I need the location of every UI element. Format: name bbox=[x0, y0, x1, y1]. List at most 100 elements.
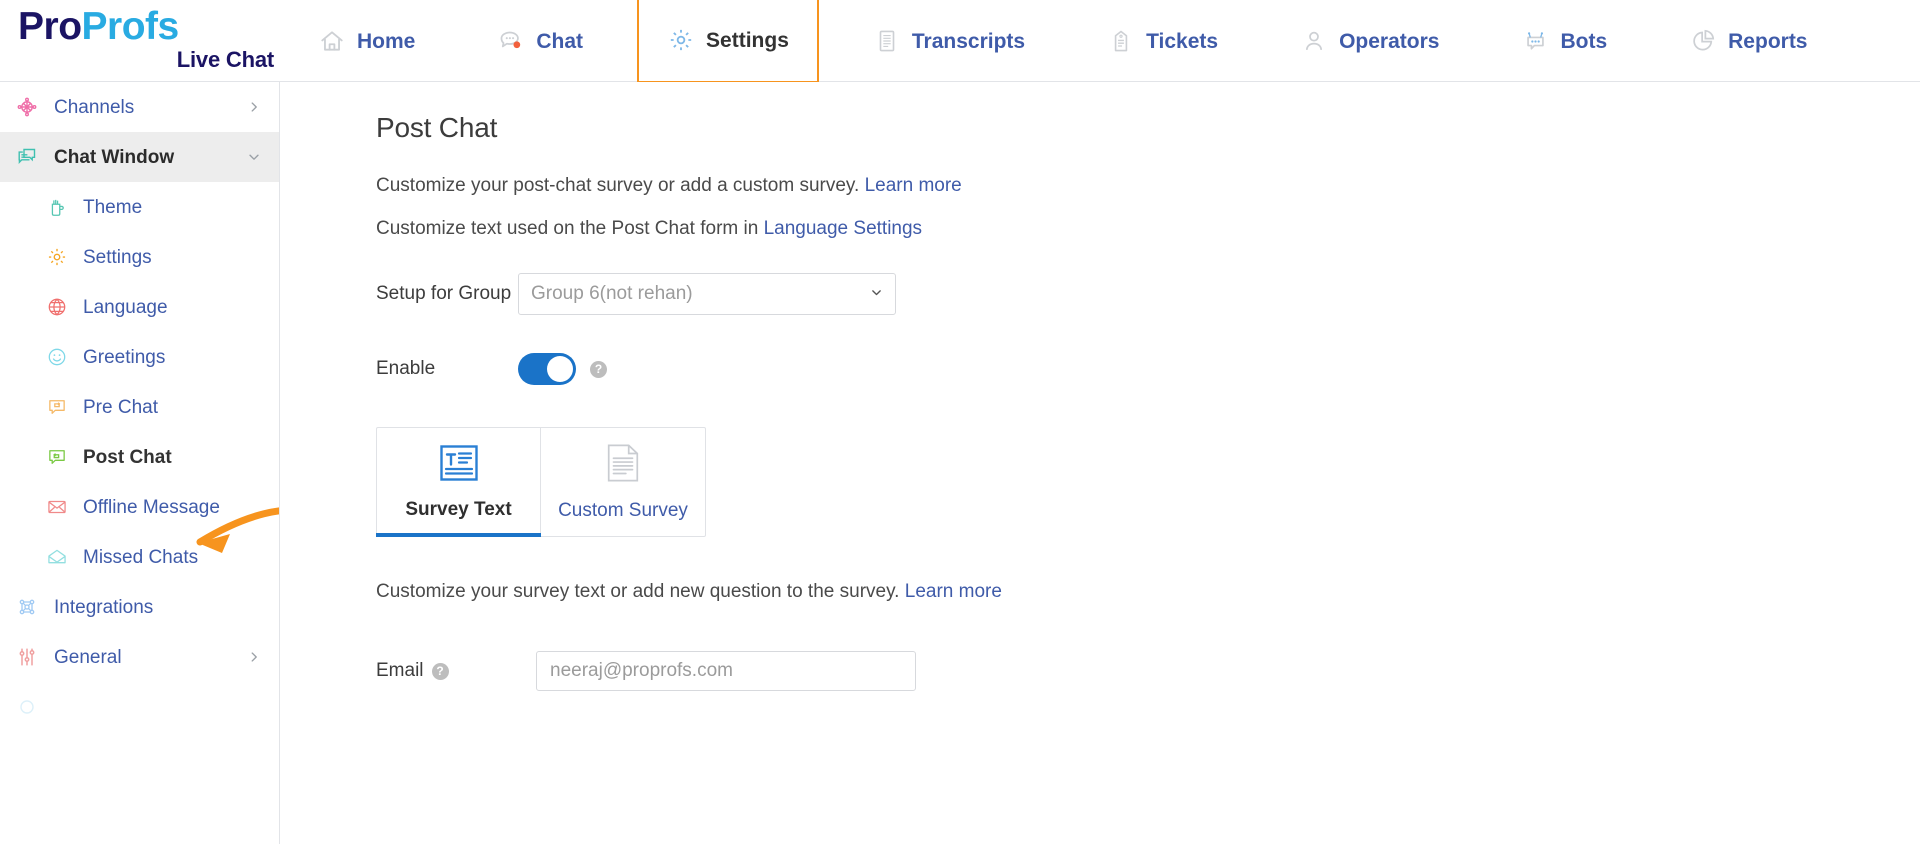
nav-label-settings: Settings bbox=[706, 28, 789, 52]
nav-item-bots[interactable]: Bots bbox=[1493, 0, 1635, 82]
envelope-icon bbox=[44, 494, 70, 520]
nav-item-home[interactable]: Home bbox=[290, 0, 443, 82]
email-row: Email ? bbox=[376, 651, 1920, 691]
logo-profs-text: Profs bbox=[81, 5, 180, 49]
description-line-2: Customize text used on the Post Chat for… bbox=[376, 215, 1920, 244]
survey-type-tabs: Survey Text Custom Survey bbox=[376, 427, 706, 537]
chevron-down-icon bbox=[247, 150, 261, 164]
sidebar-label-theme: Theme bbox=[83, 196, 143, 218]
survey-description: Customize your survey text or add new qu… bbox=[376, 581, 1920, 603]
nav-item-settings[interactable]: Settings bbox=[637, 0, 819, 83]
main-content: Post Chat Customize your post-chat surve… bbox=[280, 82, 1920, 844]
sidebar-item-pre-chat[interactable]: Pre Chat bbox=[0, 382, 279, 432]
smiley-icon bbox=[44, 344, 70, 370]
sidebar-item-offline-message[interactable]: Offline Message bbox=[0, 482, 279, 532]
nav-label-home: Home bbox=[357, 29, 416, 53]
sidebar-item-missed-chats[interactable]: Missed Chats bbox=[0, 532, 279, 582]
tab-custom-survey[interactable]: Custom Survey bbox=[541, 428, 705, 536]
logo-wordmark: ProProfs bbox=[18, 5, 280, 49]
survey-description-text: Customize your survey text or add new qu… bbox=[376, 581, 900, 602]
email-label-wrap: Email ? bbox=[376, 660, 536, 682]
sidebar-item-partially-visible[interactable] bbox=[0, 682, 279, 732]
toggle-knob bbox=[547, 356, 573, 382]
open-envelope-icon bbox=[44, 544, 70, 570]
description-2-text: Customize text used on the Post Chat for… bbox=[376, 217, 759, 239]
help-icon[interactable]: ? bbox=[590, 360, 607, 378]
logo-subtitle: Live Chat bbox=[176, 46, 274, 72]
group-select[interactable]: Group 6(not rehan) bbox=[518, 273, 896, 315]
sidebar-item-integrations[interactable]: Integrations bbox=[0, 582, 279, 632]
tab-label-custom-survey: Custom Survey bbox=[558, 499, 688, 521]
sidebar-item-general[interactable]: General bbox=[0, 632, 279, 682]
chat-bubble-icon bbox=[497, 27, 525, 55]
help-icon[interactable]: ? bbox=[431, 662, 449, 680]
group-select-value: Group 6(not rehan) bbox=[531, 283, 693, 304]
email-label: Email bbox=[376, 660, 424, 681]
sidebar-label-offline-message: Offline Message bbox=[83, 496, 220, 518]
page-title: Post Chat bbox=[376, 112, 498, 143]
nav-label-transcripts: Transcripts bbox=[911, 29, 1026, 53]
document-icon bbox=[873, 27, 901, 55]
sidebar-item-chat-window[interactable]: Chat Window bbox=[0, 132, 279, 182]
setup-for-group-row: Setup for Group Group 6(not rehan) bbox=[376, 273, 1920, 315]
nav-item-chat[interactable]: Chat bbox=[469, 0, 611, 82]
gear-icon bbox=[667, 26, 695, 54]
integrations-icon bbox=[14, 594, 40, 620]
enable-label: Enable bbox=[376, 358, 436, 379]
sidebar-label-greetings: Greetings bbox=[83, 346, 166, 368]
sidebar-label-missed-chats: Missed Chats bbox=[83, 546, 199, 568]
nav-label-reports: Reports bbox=[1728, 29, 1808, 53]
custom-survey-icon bbox=[605, 443, 641, 488]
sidebar-item-settings[interactable]: Settings bbox=[0, 232, 279, 282]
nav-label-tickets: Tickets bbox=[1146, 29, 1219, 53]
setup-for-group-label: Setup for Group bbox=[376, 283, 512, 304]
description-line-1: Customize your post-chat survey or add a… bbox=[376, 172, 1920, 201]
top-navigation-bar: ProProfs Live Chat Home Chat Settings Tr… bbox=[0, 0, 1920, 83]
sidebar-label-integrations: Integrations bbox=[54, 596, 154, 618]
sidebar-item-language[interactable]: Language bbox=[0, 282, 279, 332]
pre-chat-icon bbox=[44, 394, 70, 420]
language-settings-link[interactable]: Language Settings bbox=[764, 218, 922, 239]
learn-more-link-1[interactable]: Learn more bbox=[865, 175, 962, 196]
sliders-icon bbox=[14, 644, 40, 670]
main-nav: Home Chat Settings Transcripts Tickets O… bbox=[280, 0, 1920, 83]
ticket-tag-icon bbox=[1107, 27, 1135, 55]
nav-item-transcripts[interactable]: Transcripts bbox=[845, 0, 1053, 82]
nav-label-bots: Bots bbox=[1560, 29, 1608, 53]
sidebar-item-greetings[interactable]: Greetings bbox=[0, 332, 279, 382]
pie-chart-icon bbox=[1689, 27, 1717, 55]
app-logo[interactable]: ProProfs Live Chat bbox=[0, 0, 280, 81]
email-input[interactable] bbox=[536, 651, 916, 691]
learn-more-link-2[interactable]: Learn more bbox=[905, 581, 1002, 602]
robot-icon bbox=[1521, 27, 1549, 55]
sidebar-label-channels: Channels bbox=[54, 96, 135, 118]
nav-item-reports[interactable]: Reports bbox=[1661, 0, 1835, 82]
description-1-text: Customize your post-chat survey or add a… bbox=[376, 175, 860, 196]
enable-toggle[interactable] bbox=[518, 353, 576, 385]
sidebar-label-chat-window: Chat Window bbox=[54, 146, 175, 168]
nav-item-operators[interactable]: Operators bbox=[1272, 0, 1467, 82]
enable-row: Enable ? bbox=[376, 353, 1920, 385]
sidebar-item-post-chat[interactable]: Post Chat bbox=[0, 432, 279, 482]
chevron-right-icon bbox=[247, 650, 261, 664]
chat-window-icon bbox=[14, 144, 40, 170]
nav-item-tickets[interactable]: Tickets bbox=[1079, 0, 1246, 82]
partial-icon bbox=[14, 694, 40, 720]
sidebar-label-language: Language bbox=[83, 296, 168, 318]
nav-label-operators: Operators bbox=[1339, 29, 1440, 53]
gear-icon bbox=[44, 244, 70, 270]
sidebar-label-general: General bbox=[54, 646, 122, 668]
sidebar-item-theme[interactable]: Theme bbox=[0, 182, 279, 232]
chevron-right-icon bbox=[247, 100, 261, 114]
settings-sidebar: Channels Chat Window Theme Settings Lang… bbox=[0, 82, 280, 844]
chevron-down-icon bbox=[870, 286, 883, 302]
home-icon bbox=[318, 27, 346, 55]
tab-survey-text[interactable]: Survey Text bbox=[376, 428, 541, 537]
sidebar-label-post-chat: Post Chat bbox=[83, 446, 172, 468]
paint-cup-icon bbox=[44, 194, 70, 220]
sidebar-label-settings: Settings bbox=[83, 246, 152, 268]
post-chat-icon bbox=[44, 444, 70, 470]
nav-label-chat: Chat bbox=[536, 29, 584, 53]
sidebar-item-channels[interactable]: Channels bbox=[0, 82, 279, 132]
sidebar-label-pre-chat: Pre Chat bbox=[83, 396, 158, 418]
